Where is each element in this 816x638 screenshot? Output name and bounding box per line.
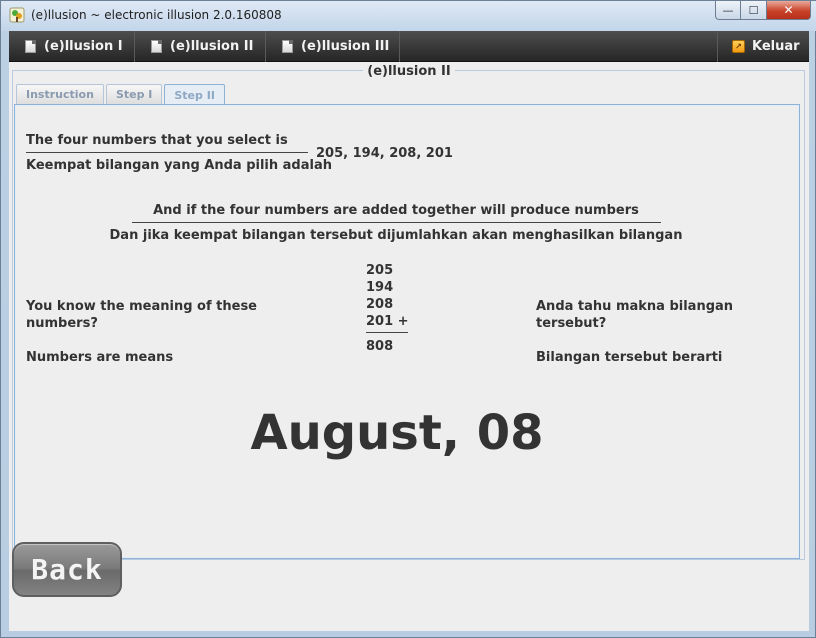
meaning-question-en-1: You know the meaning of these	[26, 299, 257, 314]
sum-total: 808	[366, 339, 394, 354]
document-icon	[151, 40, 162, 53]
window-controls: — ☐ ✕	[715, 1, 811, 20]
window-frame: (e)llusion ~ electronic illusion 2.0.160…	[0, 0, 816, 638]
exit-icon: ↗	[732, 40, 745, 53]
back-button[interactable]: Back	[12, 542, 122, 597]
meaning-question-en-2: numbers?	[26, 316, 98, 331]
meaning-question-id-2: tersebut?	[536, 316, 607, 331]
close-button[interactable]: ✕	[767, 1, 811, 20]
result-date: August, 08	[250, 405, 544, 461]
menu-ellusion-2-label: (e)llusion II	[170, 39, 254, 54]
selected-numbers: 205, 194, 208, 201	[316, 146, 453, 161]
minimize-icon: —	[722, 3, 734, 17]
step-tabs: Instruction Step I Step II	[16, 84, 227, 105]
menu-ellusion-1-label: (e)llusion I	[44, 39, 123, 54]
panel-title: (e)llusion II	[9, 64, 809, 79]
added-text-en: And if the four numbers are added togeth…	[153, 203, 639, 218]
app-icon	[9, 7, 25, 23]
menu-bar: (e)llusion I (e)llusion II (e)llusion II…	[9, 31, 809, 62]
tab-step-1[interactable]: Step I	[105, 84, 163, 104]
menu-ellusion-2[interactable]: (e)llusion II	[135, 31, 266, 62]
selected-divider	[26, 152, 308, 153]
exit-button[interactable]: ↗ Keluar	[717, 31, 809, 62]
menu-ellusion-3[interactable]: (e)llusion III	[266, 31, 400, 62]
client-area: (e)llusion I (e)llusion II (e)llusion II…	[9, 31, 809, 631]
window-title: (e)llusion ~ electronic illusion 2.0.160…	[31, 8, 282, 22]
means-label-id: Bilangan tersebut berarti	[536, 350, 723, 365]
exit-label: Keluar	[752, 39, 800, 54]
sum-line-3: 208	[366, 297, 394, 312]
sum-line-2: 194	[366, 280, 394, 295]
added-text-id: Dan jika keempat bilangan tersebut dijum…	[109, 228, 683, 243]
sum-line-4: 201 +	[366, 314, 409, 329]
means-label-en: Numbers are means	[26, 350, 174, 365]
title-bar[interactable]: (e)llusion ~ electronic illusion 2.0.160…	[1, 1, 816, 31]
tab-step-2[interactable]: Step II	[164, 84, 225, 105]
added-divider	[132, 222, 661, 223]
sum-divider	[366, 332, 408, 333]
menu-ellusion-1[interactable]: (e)llusion I	[9, 31, 135, 62]
selected-text-id: Keempat bilangan yang Anda pilih adalah	[26, 158, 332, 173]
menu-ellusion-3-label: (e)llusion III	[301, 39, 390, 54]
maximize-button[interactable]: ☐	[741, 1, 767, 20]
tab-instruction[interactable]: Instruction	[16, 84, 104, 104]
minimize-button[interactable]: —	[715, 1, 741, 20]
sum-line-1: 205	[366, 263, 394, 278]
maximize-icon: ☐	[748, 3, 759, 17]
document-icon	[25, 40, 36, 53]
close-icon: ✕	[783, 3, 794, 17]
panel-title-text: (e)llusion II	[363, 64, 455, 79]
selected-text-en: The four numbers that you select is	[26, 133, 288, 148]
meaning-question-id-1: Anda tahu makna bilangan	[536, 299, 734, 314]
document-icon	[282, 40, 293, 53]
